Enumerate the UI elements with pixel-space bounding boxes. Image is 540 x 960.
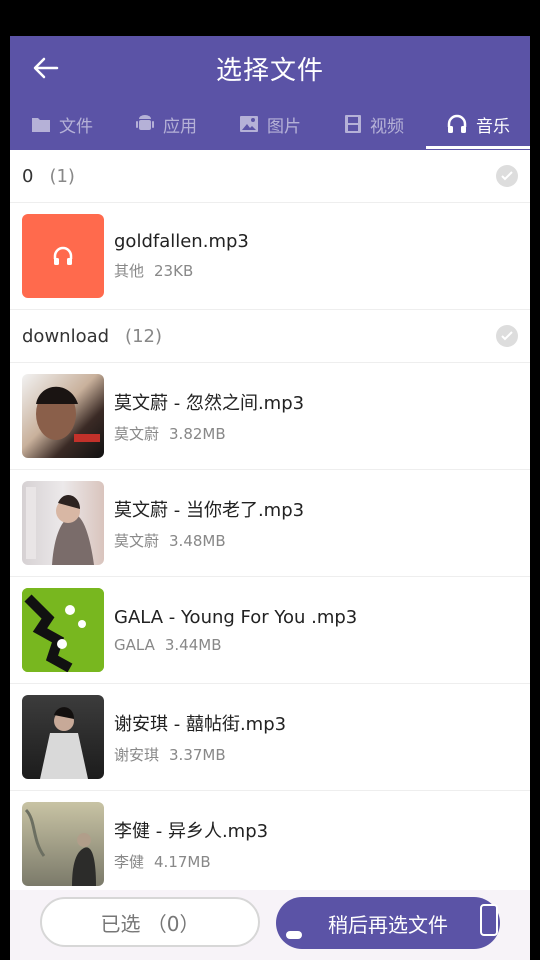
tab-apps[interactable]: 应用 (114, 98, 218, 150)
artist-name: GALA (114, 635, 155, 654)
active-tab-indicator (426, 146, 530, 149)
headphones-icon (446, 113, 468, 135)
tab-music[interactable]: 音乐 (426, 98, 530, 150)
artist-name: 李健 (114, 852, 145, 871)
album-cover (22, 481, 104, 565)
album-cover (22, 802, 104, 886)
file-size: 4.17MB (154, 852, 211, 871)
album-cover (22, 374, 104, 458)
video-icon (344, 114, 362, 134)
select-group-checkbox[interactable] (496, 165, 518, 187)
group-header[interactable]: download (12) (10, 310, 530, 363)
artist-name: 莫文蔚 (114, 531, 160, 550)
file-size: 3.44MB (164, 635, 222, 654)
screen: 选择文件 文件 应用 图片 视频 音乐 0 (1) goldfallen.mp3… (10, 36, 530, 960)
list-item[interactable]: goldfallen.mp3 其他 23KB (10, 203, 530, 310)
tab-label: 音乐 (476, 116, 510, 137)
group-header[interactable]: 0 (1) (10, 150, 530, 203)
group-name: 0 (22, 165, 34, 187)
check-icon (501, 171, 513, 181)
selected-count-button[interactable]: 已选 （0） (40, 897, 260, 947)
folder-icon (31, 115, 51, 133)
group-count: (12) (125, 325, 162, 347)
album-cover (22, 588, 104, 672)
tab-bar: 文件 应用 图片 视频 音乐 (10, 98, 530, 150)
page-title: 选择文件 (215, 56, 324, 86)
list-item[interactable]: 谢安琪 - 囍帖街.mp3 谢安琪 3.37MB (10, 684, 530, 791)
tab-label: 图片 (267, 116, 301, 137)
file-name: 莫文蔚 - 忽然之间.mp3 (114, 392, 305, 414)
group-name: download (22, 325, 110, 347)
file-name: GALA - Young For You .mp3 (114, 606, 358, 628)
pill-decoration (286, 931, 302, 939)
image-icon (239, 115, 259, 133)
android-icon (135, 114, 155, 134)
tab-label: 文件 (59, 116, 93, 137)
bottom-bar: 已选 （0） 稍后再选文件 (10, 890, 530, 960)
side-handle[interactable] (480, 904, 498, 936)
tab-videos[interactable]: 视频 (322, 98, 426, 150)
list-item[interactable]: 李健 - 异乡人.mp3 李健 4.17MB (10, 791, 530, 898)
file-size: 23KB (154, 262, 194, 280)
file-name: 李健 - 异乡人.mp3 (114, 820, 269, 842)
tab-label: 视频 (370, 116, 404, 137)
list-item[interactable]: 莫文蔚 - 忽然之间.mp3 莫文蔚 3.82MB (10, 363, 530, 470)
file-name: goldfallen.mp3 (114, 231, 249, 252)
audio-thumbnail (22, 214, 104, 298)
list-item[interactable]: GALA - Young For You .mp3 GALA 3.44MB (10, 577, 530, 684)
select-later-label: 稍后再选文件 (328, 912, 448, 937)
artist-name: 谢安琪 (114, 745, 160, 764)
file-size: 3.82MB (169, 424, 226, 443)
tab-images[interactable]: 图片 (218, 98, 322, 150)
album-cover (22, 695, 104, 779)
artist-name: 莫文蔚 (114, 424, 160, 443)
file-name: 莫文蔚 - 当你老了.mp3 (114, 499, 305, 521)
tab-files[interactable]: 文件 (10, 98, 114, 150)
group-count: (1) (49, 165, 75, 187)
check-icon (501, 331, 513, 341)
file-size: 3.37MB (169, 745, 226, 764)
app-header: 选择文件 文件 应用 图片 视频 音乐 (10, 36, 530, 150)
select-group-checkbox[interactable] (496, 325, 518, 347)
artist-name: 其他 (114, 262, 145, 280)
file-name: 谢安琪 - 囍帖街.mp3 (114, 713, 287, 735)
select-later-button[interactable]: 稍后再选文件 (276, 897, 500, 949)
list-item[interactable]: 莫文蔚 - 当你老了.mp3 莫文蔚 3.48MB (10, 470, 530, 577)
headphones-icon (53, 246, 73, 265)
file-list: 0 (1) goldfallen.mp3 其他 23KB download (12… (10, 150, 530, 898)
tab-label: 应用 (163, 116, 197, 137)
file-size: 3.48MB (169, 531, 226, 550)
